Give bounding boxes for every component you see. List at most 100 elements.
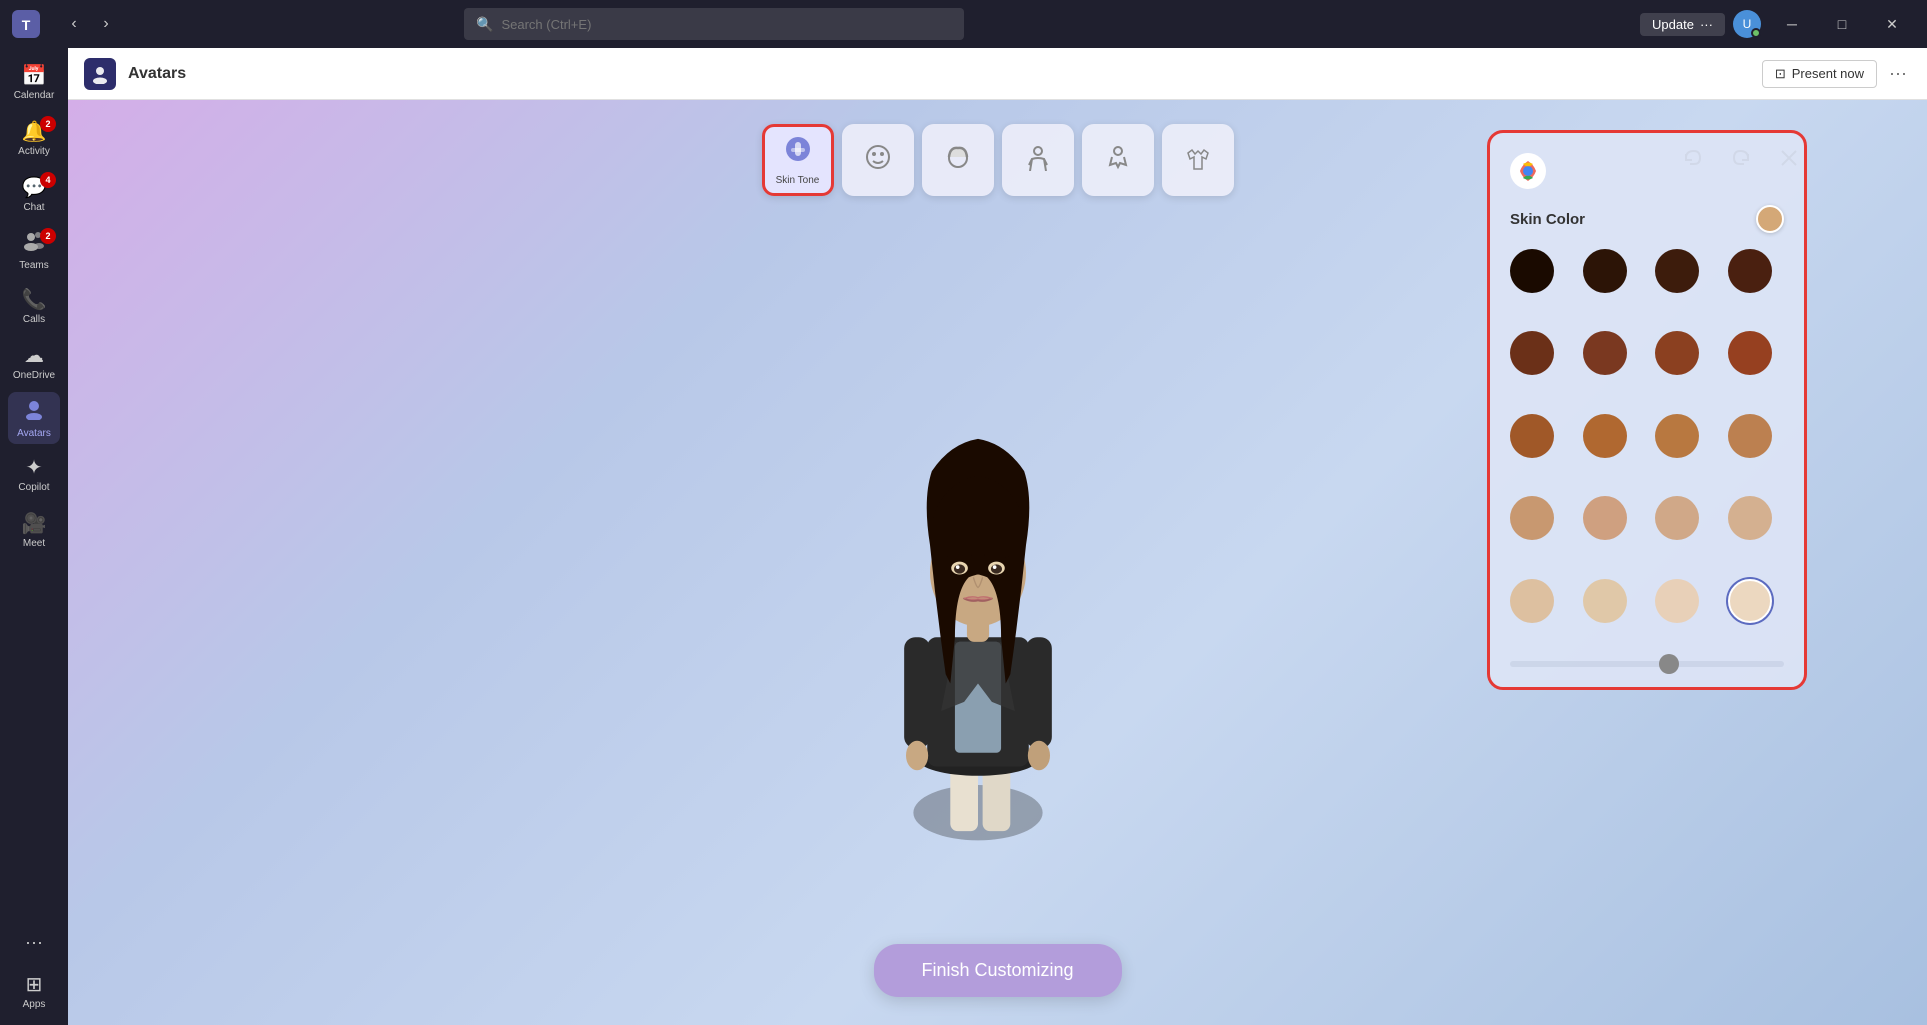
skin-color-4[interactable]: [1728, 249, 1772, 293]
editor-toolbar: Skin Tone: [762, 124, 1234, 196]
skin-color-19[interactable]: [1655, 579, 1699, 623]
tool-accessories[interactable]: [1082, 124, 1154, 196]
tool-hair[interactable]: [922, 124, 994, 196]
skin-color-18[interactable]: [1583, 579, 1627, 623]
skin-color-3[interactable]: [1655, 249, 1699, 293]
main-area: Avatars ⊡ Present now ···: [68, 48, 1927, 1025]
avatar-display: [838, 425, 1158, 945]
sidebar-item-label: Apps: [23, 999, 46, 1010]
sidebar-item-label: Calls: [23, 314, 45, 325]
update-dots: ···: [1700, 17, 1713, 32]
sidebar-more-button[interactable]: ···: [17, 924, 51, 961]
sidebar-item-label: Calendar: [14, 90, 55, 101]
skin-shade-slider[interactable]: [1510, 661, 1784, 667]
sidebar-item-label: Chat: [23, 202, 44, 213]
skin-color-16[interactable]: [1728, 496, 1772, 540]
sidebar-item-label: Meet: [23, 538, 45, 549]
sidebar-item-label: OneDrive: [13, 370, 55, 381]
panel-title: Skin Color: [1510, 211, 1585, 228]
calls-icon: 📞: [22, 287, 47, 312]
sidebar-item-label: Activity: [18, 146, 50, 157]
skin-color-15[interactable]: [1655, 496, 1699, 540]
onedrive-icon: ☁: [24, 343, 44, 368]
sidebar: 📅 Calendar 🔔 Activity 2 💬 Chat 4: [0, 48, 68, 1025]
search-input[interactable]: [501, 17, 952, 32]
finish-customizing-button[interactable]: Finish Customizing: [873, 944, 1121, 997]
sidebar-item-copilot[interactable]: ✦ Copilot: [8, 448, 60, 500]
svg-text:T: T: [22, 17, 31, 33]
sidebar-item-label: Teams: [19, 260, 48, 271]
present-now-label: Present now: [1792, 66, 1864, 81]
body-icon: [1024, 143, 1052, 178]
user-avatar[interactable]: U: [1733, 10, 1761, 38]
clothing-icon: [1184, 143, 1212, 178]
sidebar-item-avatars[interactable]: Avatars: [8, 392, 60, 444]
tool-body[interactable]: [1002, 124, 1074, 196]
minimize-button[interactable]: ─: [1769, 8, 1815, 40]
skin-color-5[interactable]: [1510, 331, 1554, 375]
teams-badge: 2: [40, 228, 56, 244]
presence-badge: [1751, 28, 1761, 38]
tool-clothing[interactable]: [1162, 124, 1234, 196]
titlebar-right: Update ··· U ─ □ ✕: [1640, 8, 1915, 40]
skin-color-12[interactable]: [1728, 414, 1772, 458]
sidebar-item-onedrive[interactable]: ☁ OneDrive: [8, 336, 60, 388]
skin-tone-icon: [783, 134, 813, 171]
search-icon: 🔍: [476, 16, 493, 33]
chat-badge: 4: [40, 172, 56, 188]
slider-track: [1510, 661, 1784, 667]
sidebar-item-activity[interactable]: 🔔 Activity 2: [8, 112, 60, 164]
update-label: Update: [1652, 17, 1694, 32]
calendar-icon: 📅: [22, 63, 47, 88]
skin-color-14[interactable]: [1583, 496, 1627, 540]
sidebar-item-chat[interactable]: 💬 Chat 4: [8, 168, 60, 220]
skin-color-7[interactable]: [1655, 331, 1699, 375]
skin-color-10[interactable]: [1583, 414, 1627, 458]
skin-color-20[interactable]: [1728, 579, 1772, 623]
nav-buttons: ‹ ›: [60, 10, 120, 38]
skin-tone-label: Skin Tone: [776, 175, 820, 186]
more-options-button[interactable]: ···: [1885, 59, 1911, 88]
sidebar-item-apps[interactable]: ⊞ Apps: [8, 965, 60, 1017]
window-controls: ─ □ ✕: [1769, 8, 1915, 40]
copilot-icon: ✦: [26, 455, 43, 480]
skin-color-6[interactable]: [1583, 331, 1627, 375]
back-button[interactable]: ‹: [60, 10, 88, 38]
skin-color-1[interactable]: [1510, 249, 1554, 293]
sidebar-item-label: Avatars: [17, 428, 51, 439]
main-topbar: Avatars ⊡ Present now ···: [68, 48, 1927, 100]
search-bar: 🔍: [464, 8, 964, 40]
sidebar-item-teams[interactable]: Teams 2: [8, 224, 60, 276]
present-now-button[interactable]: ⊡ Present now: [1762, 60, 1877, 88]
skin-color-2[interactable]: [1583, 249, 1627, 293]
current-skin-color: [1756, 205, 1784, 233]
avatars-app-icon: [84, 58, 116, 90]
forward-button[interactable]: ›: [92, 10, 120, 38]
teams-logo: T: [12, 10, 40, 38]
skin-color-9[interactable]: [1510, 414, 1554, 458]
sidebar-item-label: Copilot: [18, 482, 49, 493]
maximize-button[interactable]: □: [1819, 8, 1865, 40]
skin-color-8[interactable]: [1728, 331, 1772, 375]
close-button[interactable]: ✕: [1869, 8, 1915, 40]
accessories-icon: [1104, 143, 1132, 178]
update-button[interactable]: Update ···: [1640, 13, 1725, 36]
hair-icon: [944, 143, 972, 178]
slider-thumb[interactable]: [1659, 654, 1679, 674]
skin-color-11[interactable]: [1655, 414, 1699, 458]
sidebar-item-calendar[interactable]: 📅 Calendar: [8, 56, 60, 108]
tool-skin-tone[interactable]: Skin Tone: [762, 124, 834, 196]
panel-logo: [1510, 153, 1546, 189]
editor-area: Skin Tone: [68, 100, 1927, 1025]
skin-color-13[interactable]: [1510, 496, 1554, 540]
sidebar-item-calls[interactable]: 📞 Calls: [8, 280, 60, 332]
tool-face[interactable]: [842, 124, 914, 196]
skin-color-grid: [1510, 249, 1784, 645]
present-icon: ⊡: [1775, 66, 1786, 82]
meet-icon: 🎥: [22, 511, 47, 536]
face-icon: [864, 143, 892, 178]
topbar-right: ⊡ Present now ···: [1762, 59, 1911, 88]
skin-color-17[interactable]: [1510, 579, 1554, 623]
activity-badge: 2: [40, 116, 56, 132]
sidebar-item-meet[interactable]: 🎥 Meet: [8, 504, 60, 556]
